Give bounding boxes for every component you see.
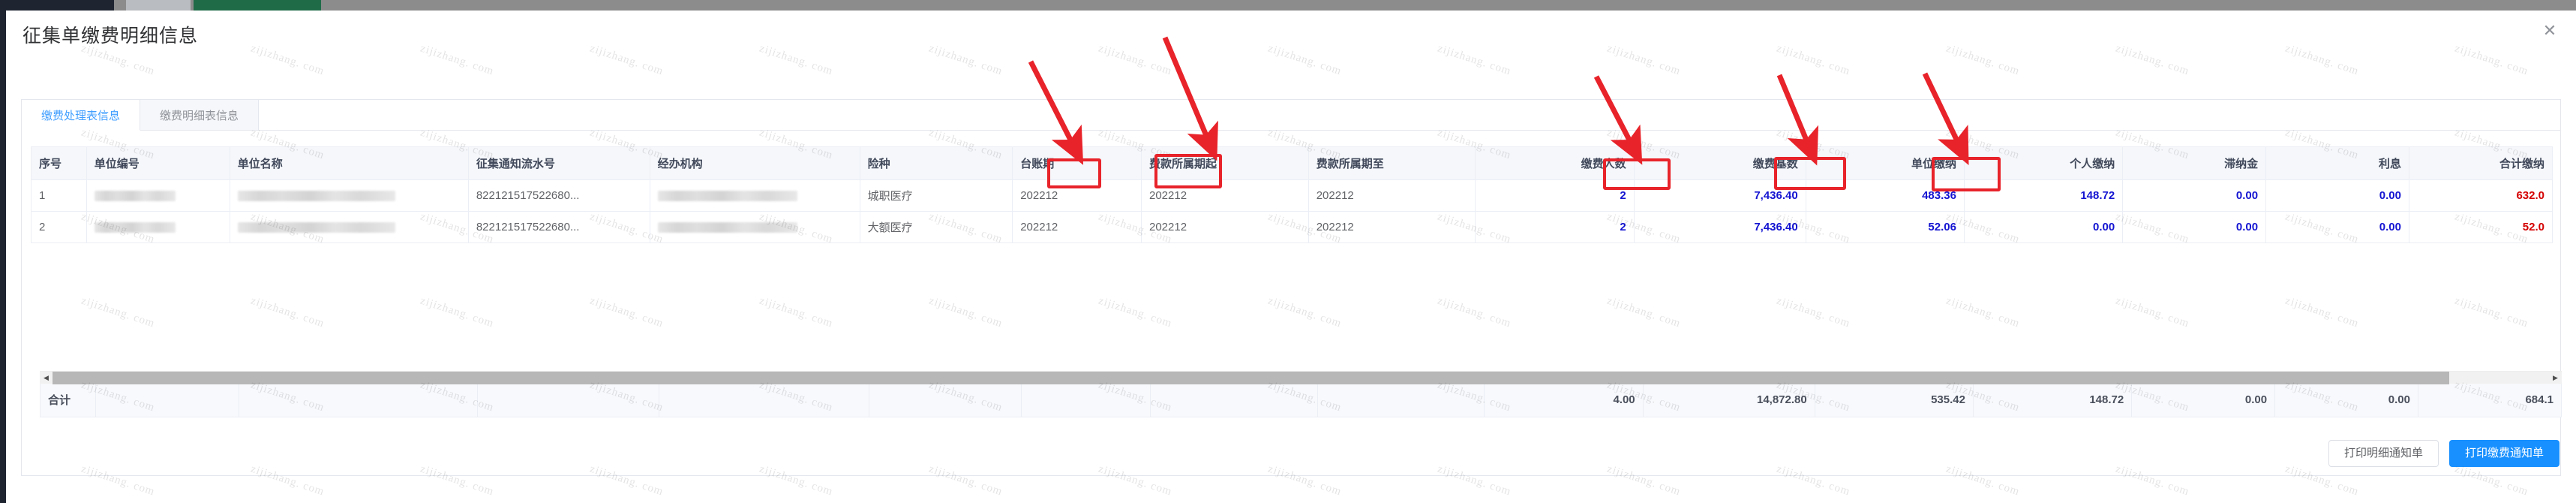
table-header-row: 序号 单位编号 单位名称 征集通知流水号 经办机构 险种 台账期 费款所属期起 … xyxy=(31,146,2553,180)
print-detail-notice-button[interactable]: 打印明细通知单 xyxy=(2328,440,2439,467)
col-header-late-fee[interactable]: 滞纳金 xyxy=(2122,146,2267,180)
cell-period-to: 202212 xyxy=(1308,211,1476,243)
cell-unit-code xyxy=(86,179,230,212)
cell-agency xyxy=(649,211,860,243)
summary-blank-insurance xyxy=(868,384,1022,417)
cell-seq: 1 xyxy=(31,179,87,212)
tab-payment-detail[interactable]: 缴费明细表信息 xyxy=(140,100,260,130)
cell-notice-no: 822121517522680... xyxy=(467,211,650,243)
cell-period-from: 202212 xyxy=(1141,179,1309,212)
cell-interest: 0.00 xyxy=(2265,211,2409,243)
scroll-right-arrow-icon[interactable]: ▶ xyxy=(2549,372,2562,384)
payment-detail-dialog: 征集单缴费明细信息 ✕ 缴费处理表信息 缴费明细表信息 序号 单位编号 单位名称… xyxy=(6,11,2576,503)
col-header-interest[interactable]: 利息 xyxy=(2265,146,2409,180)
col-header-total-pay[interactable]: 合计缴纳 xyxy=(2409,146,2553,180)
page-title: 征集单缴费明细信息 xyxy=(23,26,199,47)
cell-people: 2 xyxy=(1475,179,1635,212)
col-header-insurance[interactable]: 险种 xyxy=(859,146,1013,180)
cell-late-fee: 0.00 xyxy=(2122,179,2267,212)
cell-total-pay: 632.0 xyxy=(2409,179,2553,212)
close-icon[interactable]: ✕ xyxy=(2540,21,2559,41)
col-header-base[interactable]: 缴费基数 xyxy=(1633,146,1806,180)
summary-people: 4.00 xyxy=(1484,384,1644,417)
cell-agency xyxy=(649,179,860,212)
col-header-unit-name[interactable]: 单位名称 xyxy=(229,146,469,180)
cell-interest: 0.00 xyxy=(2265,179,2409,212)
cell-late-fee: 0.00 xyxy=(2122,211,2267,243)
dialog-footer: 打印明细通知单 打印缴费通知单 xyxy=(2328,440,2559,467)
col-header-unit-pay[interactable]: 单位缴纳 xyxy=(1805,146,1965,180)
col-header-seq[interactable]: 序号 xyxy=(31,146,87,180)
redacted-value xyxy=(94,222,176,233)
summary-blank-unit-code xyxy=(95,384,239,417)
cell-unit-name xyxy=(229,211,469,243)
summary-blank-notice-no xyxy=(476,384,659,417)
summary-total-pay: 684.1 xyxy=(2418,384,2562,417)
redacted-value xyxy=(237,191,395,202)
summary-blank-unit-name xyxy=(238,384,478,417)
tab-payment-process[interactable]: 缴费处理表信息 xyxy=(22,100,141,131)
summary-base: 14,872.80 xyxy=(1642,384,1815,417)
col-header-person-pay[interactable]: 个人缴纳 xyxy=(1963,146,2124,180)
cell-people: 2 xyxy=(1475,211,1635,243)
cell-insurance: 大额医疗 xyxy=(859,211,1013,243)
redacted-value xyxy=(657,222,797,233)
redacted-value xyxy=(94,191,176,202)
summary-blank-agency xyxy=(658,384,869,417)
cell-insurance: 城职医疗 xyxy=(859,179,1013,212)
backdrop-tab-home xyxy=(126,0,191,11)
summary-table: 合计 4.00 14,872.80 535.42 148.72 0.00 0.0… xyxy=(40,384,2562,417)
summary-unit-pay: 535.42 xyxy=(1814,384,1974,417)
cell-total-pay: 52.0 xyxy=(2409,211,2553,243)
table-row[interactable]: 1 822121517522680... 城职医疗 202212 202212 … xyxy=(31,179,2553,212)
summary-late-fee: 0.00 xyxy=(2131,384,2276,417)
cell-unit-pay: 52.06 xyxy=(1805,211,1965,243)
app-left-rail xyxy=(0,11,6,503)
scrollbar-track[interactable] xyxy=(53,371,2549,384)
summary-blank-period-from xyxy=(1150,384,1318,417)
backdrop-tab-active xyxy=(194,0,321,11)
cell-base: 7,436.40 xyxy=(1633,211,1806,243)
summary-blank-period-to xyxy=(1317,384,1485,417)
summary-interest: 0.00 xyxy=(2274,384,2418,417)
summary-row: 合计 4.00 14,872.80 535.42 148.72 0.00 0.0… xyxy=(40,384,2562,417)
tab-bar: 缴费处理表信息 缴费明细表信息 xyxy=(22,100,2560,131)
cell-ledger: 202212 xyxy=(1012,211,1142,243)
horizontal-scrollbar[interactable]: ◀ ▶ xyxy=(40,371,2562,384)
scrollbar-thumb[interactable] xyxy=(53,371,2449,384)
summary-label: 合计 xyxy=(40,384,96,417)
payment-table: 序号 单位编号 单位名称 征集通知流水号 经办机构 险种 台账期 费款所属期起 … xyxy=(31,146,2553,243)
backdrop-sidebar xyxy=(0,0,114,11)
cell-person-pay: 148.72 xyxy=(1963,179,2124,212)
cell-base: 7,436.40 xyxy=(1633,179,1806,212)
col-header-agency[interactable]: 经办机构 xyxy=(649,146,860,180)
cell-unit-pay: 483.36 xyxy=(1805,179,1965,212)
cell-seq: 2 xyxy=(31,211,87,243)
cell-notice-no: 822121517522680... xyxy=(467,179,650,212)
cell-person-pay: 0.00 xyxy=(1963,211,2124,243)
summary-row-container: 合计 4.00 14,872.80 535.42 148.72 0.00 0.0… xyxy=(40,384,2562,417)
redacted-value xyxy=(657,191,797,202)
summary-blank-ledger xyxy=(1021,384,1151,417)
col-header-notice-no[interactable]: 征集通知流水号 xyxy=(467,146,650,180)
tabs-container: 缴费处理表信息 缴费明细表信息 序号 单位编号 单位名称 征集通知流水号 经办机… xyxy=(21,99,2562,476)
summary-person-pay: 148.72 xyxy=(1972,384,2133,417)
scroll-left-arrow-icon[interactable]: ◀ xyxy=(40,372,53,384)
col-header-people[interactable]: 缴费人数 xyxy=(1475,146,1635,180)
col-header-period-to[interactable]: 费款所属期至 xyxy=(1308,146,1476,180)
redacted-value xyxy=(237,222,395,233)
col-header-period-from[interactable]: 费款所属期起 xyxy=(1141,146,1309,180)
data-table-area: 序号 单位编号 单位名称 征集通知流水号 经办机构 险种 台账期 费款所属期起 … xyxy=(31,146,2562,417)
print-payment-notice-button[interactable]: 打印缴费通知单 xyxy=(2448,440,2559,467)
cell-period-to: 202212 xyxy=(1308,179,1476,212)
cell-unit-name xyxy=(229,179,469,212)
page-backdrop xyxy=(0,0,2576,11)
col-header-unit-code[interactable]: 单位编号 xyxy=(86,146,230,180)
cell-ledger: 202212 xyxy=(1012,179,1142,212)
cell-period-from: 202212 xyxy=(1141,211,1309,243)
table-row[interactable]: 2 822121517522680... 大额医疗 202212 202212 … xyxy=(31,211,2553,243)
col-header-ledger[interactable]: 台账期 xyxy=(1012,146,1142,180)
cell-unit-code xyxy=(86,211,230,243)
